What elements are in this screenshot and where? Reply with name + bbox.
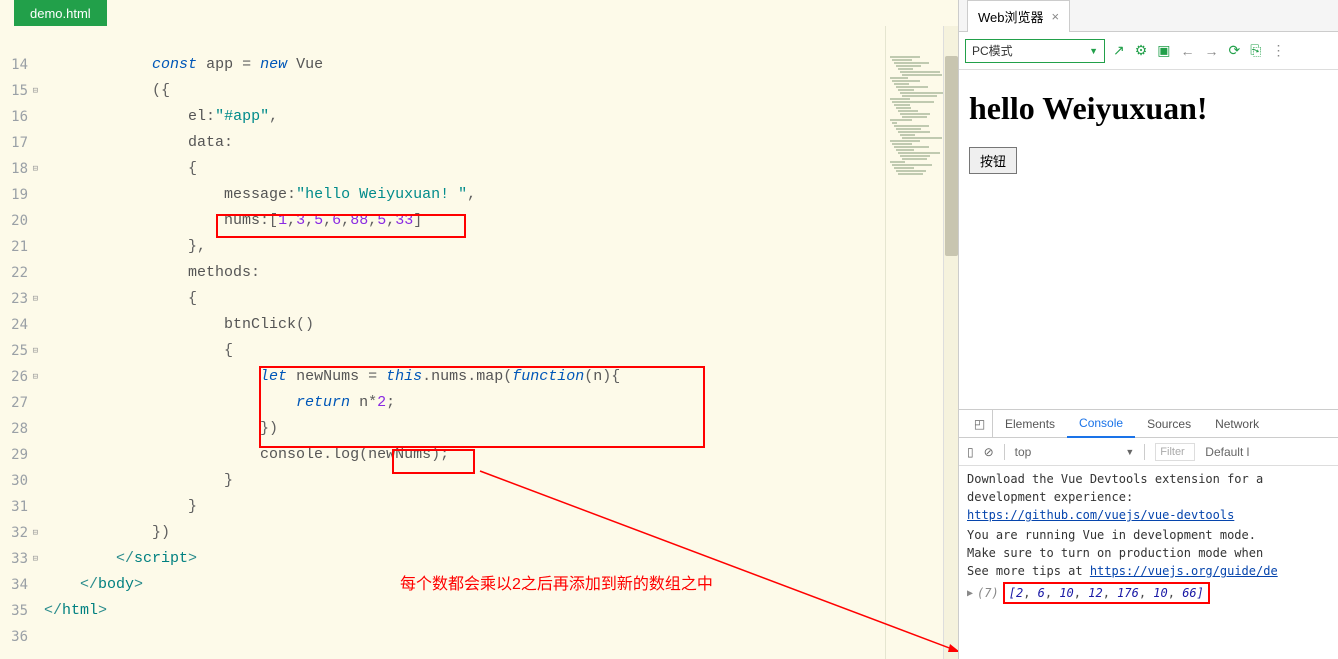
editor-tab-bar: demo.html bbox=[0, 0, 958, 26]
lock-icon[interactable]: ⎘ bbox=[1250, 42, 1261, 59]
editor-area: demo.html 1415⊟161718⊟1920212223⊟2425⊟26… bbox=[0, 0, 958, 659]
browser-panel-tabs: Web浏览器 × bbox=[959, 0, 1338, 32]
refresh-icon[interactable]: ⟳ bbox=[1229, 42, 1241, 59]
console-body[interactable]: Download the Vue Devtools extension for … bbox=[959, 466, 1338, 659]
right-panel: Web浏览器 × PC模式 ▼ ↗ ⚙ ▣ ← → ⟳ ⎘ ⋮ hello We… bbox=[958, 0, 1338, 659]
browser-viewport: hello Weiyuxuan! 按钮 bbox=[959, 70, 1338, 410]
vertical-scrollbar[interactable] bbox=[943, 26, 958, 659]
vue-guide-link[interactable]: https://vuejs.org/guide/de bbox=[1090, 564, 1278, 578]
tab-elements[interactable]: Elements bbox=[993, 411, 1067, 437]
browser-tab-label: Web浏览器 bbox=[978, 7, 1044, 26]
context-select[interactable]: top ▼ bbox=[1015, 445, 1135, 459]
devtools-link[interactable]: https://github.com/vuejs/vue-devtools bbox=[967, 508, 1234, 522]
code-content[interactable]: const app = new Vue ({ el:"#app", data: … bbox=[44, 26, 885, 659]
devtools: ◰ Elements Console Sources Network ▯ ⊘ t… bbox=[959, 410, 1338, 659]
scrollbar-thumb[interactable] bbox=[945, 56, 958, 256]
more-icon[interactable]: ⋮ bbox=[1271, 42, 1285, 59]
clear-icon[interactable]: ⊘ bbox=[984, 445, 994, 459]
export-icon[interactable]: ↗ bbox=[1113, 42, 1125, 59]
page-heading: hello Weiyuxuan! bbox=[969, 90, 1328, 127]
expand-icon[interactable]: ▶ bbox=[967, 586, 973, 601]
back-icon[interactable]: ← bbox=[1181, 43, 1195, 59]
mode-label: PC模式 bbox=[972, 42, 1013, 59]
array-length: (7) bbox=[977, 584, 999, 602]
minimap[interactable] bbox=[885, 26, 943, 659]
console-toolbar: ▯ ⊘ top ▼ Filter Default l bbox=[959, 438, 1338, 466]
annotation-text: 每个数都会乘以2之后再添加到新的数组之中 bbox=[400, 570, 713, 594]
tab-network[interactable]: Network bbox=[1203, 411, 1271, 437]
mode-select[interactable]: PC模式 ▼ bbox=[965, 39, 1105, 63]
browser-tab[interactable]: Web浏览器 × bbox=[967, 0, 1070, 32]
tab-sources[interactable]: Sources bbox=[1135, 411, 1203, 437]
chevron-down-icon: ▼ bbox=[1125, 447, 1134, 457]
filter-input[interactable]: Filter bbox=[1155, 443, 1195, 461]
inspect-icon[interactable]: ◰ bbox=[967, 410, 993, 437]
gear-icon[interactable]: ⚙ bbox=[1135, 42, 1148, 59]
file-tab[interactable]: demo.html bbox=[14, 0, 107, 26]
line-gutter: 1415⊟161718⊟1920212223⊟2425⊟26⊟272829303… bbox=[0, 26, 44, 659]
page-button[interactable]: 按钮 bbox=[969, 147, 1017, 174]
array-values: [2, 6, 10, 12, 176, 10, 66] bbox=[1003, 582, 1210, 604]
browser-toolbar: PC模式 ▼ ↗ ⚙ ▣ ← → ⟳ ⎘ ⋮ bbox=[959, 32, 1338, 70]
sidebar-toggle-icon[interactable]: ▯ bbox=[967, 445, 974, 459]
close-icon[interactable]: × bbox=[1052, 9, 1060, 24]
console-message: You are running Vue in development mode.… bbox=[967, 526, 1330, 580]
tab-console[interactable]: Console bbox=[1067, 410, 1135, 438]
chevron-down-icon: ▼ bbox=[1089, 46, 1098, 56]
forward-icon[interactable]: → bbox=[1205, 43, 1219, 59]
screenshot-icon[interactable]: ▣ bbox=[1157, 42, 1170, 59]
levels-label[interactable]: Default l bbox=[1205, 445, 1249, 459]
console-message: Download the Vue Devtools extension for … bbox=[967, 470, 1330, 524]
code-area: 1415⊟161718⊟1920212223⊟2425⊟26⊟272829303… bbox=[0, 26, 958, 659]
devtools-tabs: ◰ Elements Console Sources Network bbox=[959, 410, 1338, 438]
console-array-output[interactable]: ▶ (7) [2, 6, 10, 12, 176, 10, 66] bbox=[967, 582, 1210, 604]
